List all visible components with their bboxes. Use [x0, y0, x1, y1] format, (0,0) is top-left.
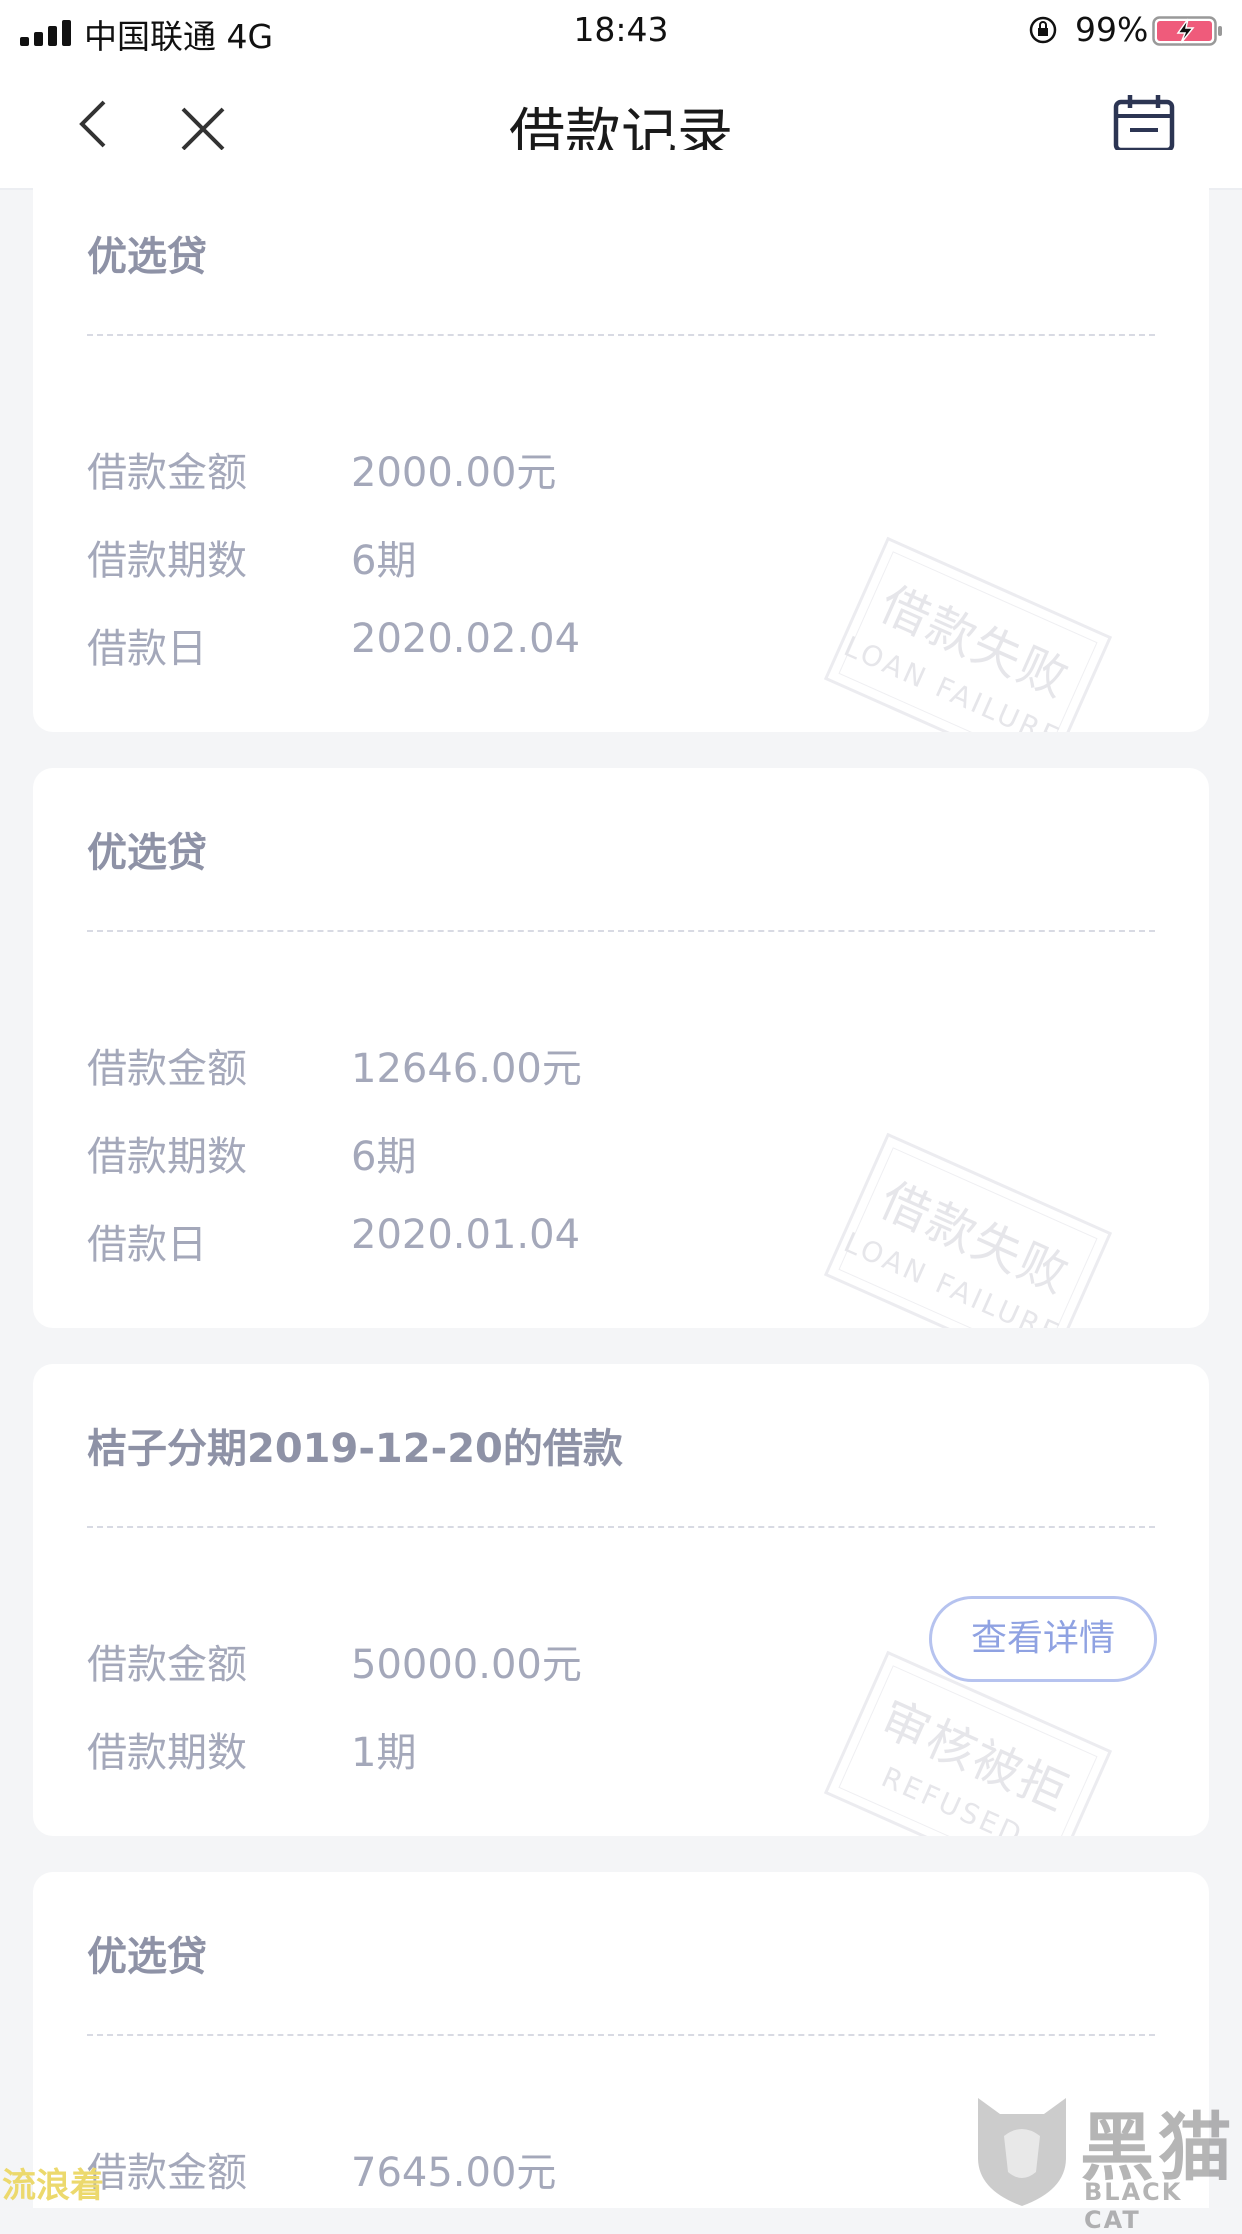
dashed-divider	[87, 1526, 1155, 1528]
calendar-icon[interactable]	[1112, 92, 1176, 156]
loan-card[interactable]: 优选贷 借款金额 12646.00元 借款期数 6期 借款日 2020.01.0…	[33, 768, 1209, 1328]
date-value: 2020.02.04	[351, 616, 581, 662]
brand-name-en: BLACK CAT	[1084, 2178, 1183, 2234]
loan-card[interactable]: 优选贷 借款金额 2000.00元 借款期数 6期 借款日 2020.02.04…	[33, 150, 1209, 732]
amount-value: 7645.00元	[351, 2150, 557, 2196]
view-details-button[interactable]: 查看详情	[929, 1596, 1157, 1682]
dashed-divider	[87, 2034, 1155, 2036]
loan-card[interactable]: 桔子分期2019-12-20的借款 借款金额 50000.00元 借款期数 1期…	[33, 1364, 1209, 1836]
amount-label: 借款金额	[87, 1642, 247, 1688]
cat-shield-icon	[978, 2098, 1066, 2206]
periods-value: 6期	[351, 1134, 417, 1180]
loan-failure-stamp: 借款失败 LOAN FAILURE	[823, 536, 1113, 732]
loan-product-title: 桔子分期2019-12-20的借款	[87, 1426, 623, 1472]
loan-product-title: 优选贷	[87, 830, 207, 876]
amount-label: 借款金额	[87, 450, 247, 496]
amount-value: 12646.00元	[351, 1046, 582, 1092]
rotation-lock-icon	[1029, 16, 1057, 44]
amount-label: 借款金额	[87, 2150, 247, 2196]
loan-product-title: 优选贷	[87, 1934, 207, 1980]
periods-label: 借款期数	[87, 1134, 247, 1180]
date-label: 借款日	[87, 1222, 207, 1268]
black-cat-watermark: 黑猫 BLACK CAT	[970, 2092, 1240, 2234]
status-bar: 中国联通 4G 18:43 99%	[0, 0, 1242, 62]
periods-value: 6期	[351, 538, 417, 584]
periods-value: 1期	[351, 1730, 417, 1776]
dashed-divider	[87, 930, 1155, 932]
periods-label: 借款期数	[87, 1730, 247, 1776]
loan-failure-stamp: 借款失败 LOAN FAILURE	[823, 1132, 1113, 1328]
battery-percent: 99%	[1075, 10, 1149, 49]
loan-product-title: 优选贷	[87, 234, 207, 280]
date-label: 借款日	[87, 626, 207, 672]
watermark-text: 流浪着	[2, 2166, 104, 2206]
date-value: 2020.01.04	[351, 1212, 581, 1258]
amount-value: 50000.00元	[351, 1642, 582, 1688]
battery-charging-icon	[1152, 16, 1222, 46]
periods-label: 借款期数	[87, 538, 247, 584]
dashed-divider	[87, 334, 1155, 336]
amount-value: 2000.00元	[351, 450, 557, 496]
amount-label: 借款金额	[87, 1046, 247, 1092]
